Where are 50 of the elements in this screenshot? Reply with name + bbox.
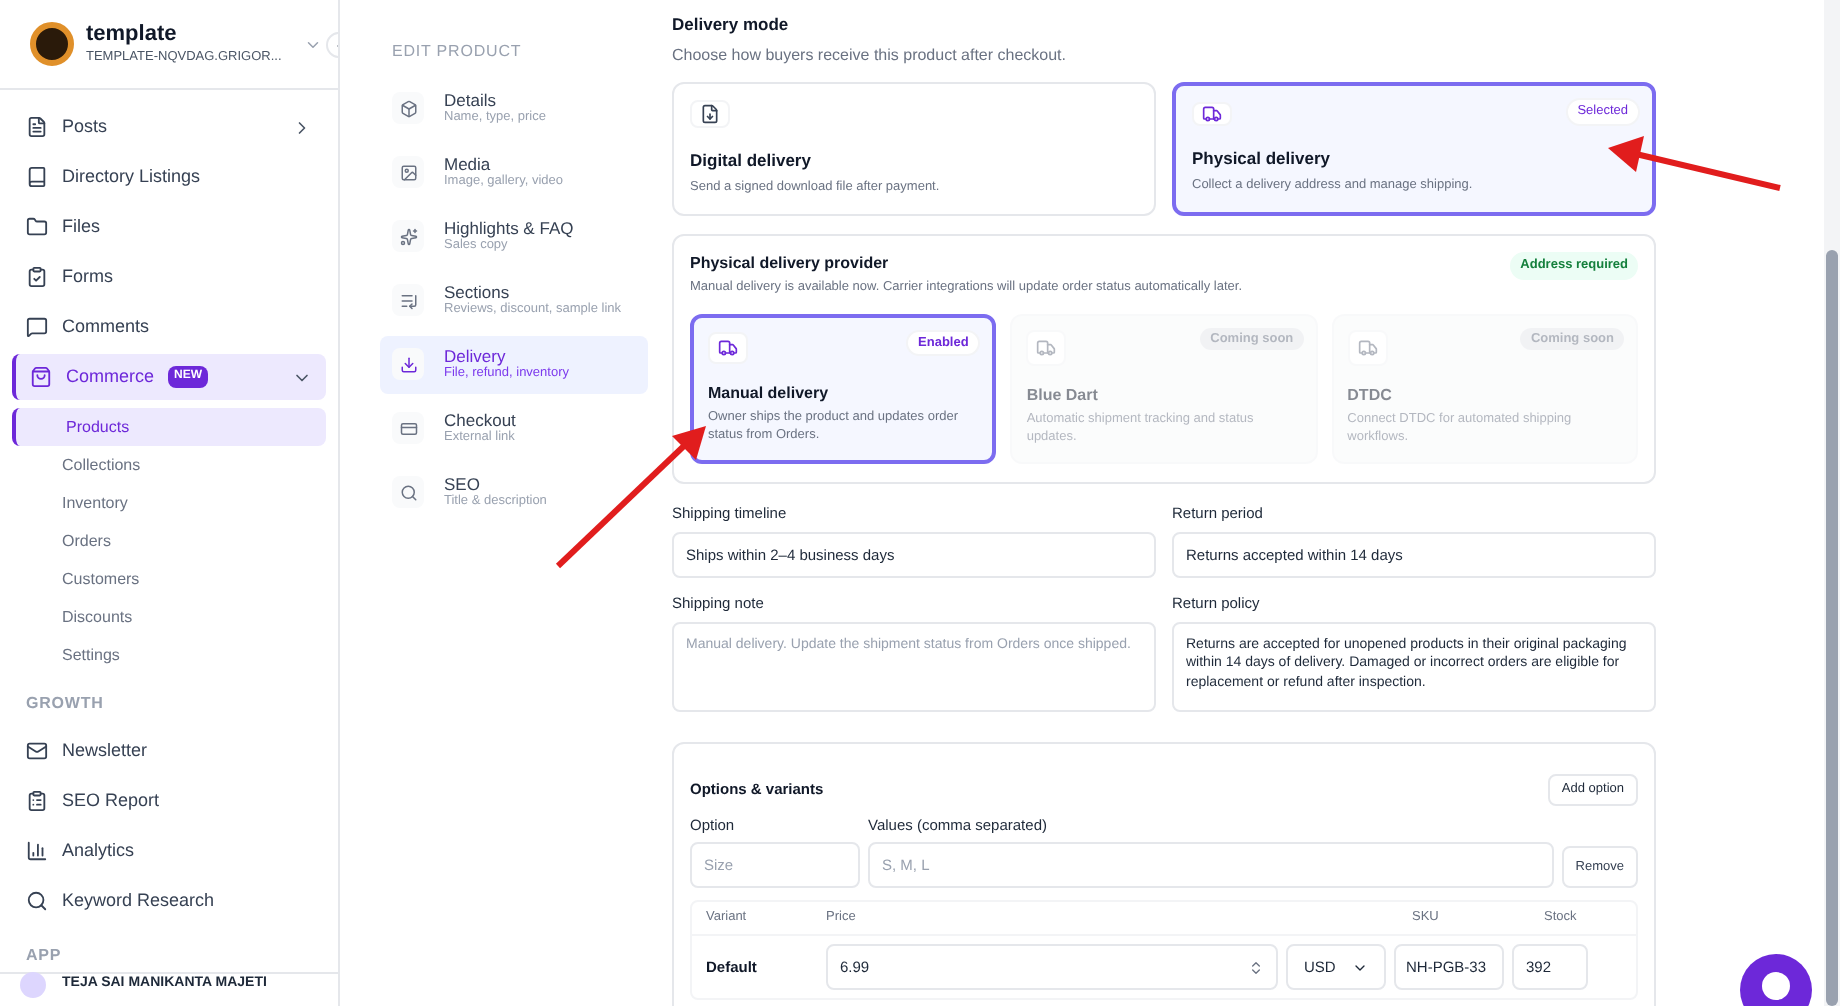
section-heading: GROWTH bbox=[26, 694, 104, 714]
stepper-icon bbox=[1248, 959, 1264, 976]
book-icon bbox=[26, 166, 48, 188]
workspace-logo bbox=[30, 22, 74, 66]
sidebar-item[interactable]: Posts bbox=[12, 104, 326, 150]
search-icon bbox=[392, 476, 424, 508]
mail-icon bbox=[26, 740, 48, 762]
section-heading: EDIT PRODUCT bbox=[390, 40, 524, 64]
truck-icon bbox=[1026, 329, 1067, 366]
sidebar-subitem[interactable]: Collections bbox=[12, 446, 326, 484]
truck-icon bbox=[1347, 329, 1388, 366]
list-icon bbox=[392, 284, 424, 316]
file-download-icon bbox=[690, 99, 730, 129]
clipboard-icon bbox=[26, 790, 48, 812]
workspace-name: template bbox=[86, 22, 179, 50]
sidebar-item[interactable]: Comments bbox=[12, 304, 326, 350]
sidebar-item[interactable]: Newsletter bbox=[12, 728, 326, 774]
sidebar-item[interactable]: Analytics bbox=[12, 828, 326, 874]
chat-bubble-icon bbox=[26, 316, 48, 338]
download-icon bbox=[392, 348, 424, 380]
sparkles-icon bbox=[392, 220, 424, 252]
shopping-bag-icon bbox=[30, 366, 52, 388]
sidebar-item[interactable]: Directory Listings bbox=[12, 154, 326, 200]
avatar bbox=[20, 972, 46, 998]
bar-chart-icon bbox=[26, 840, 48, 862]
section-subtitle: Choose how buyers receive this product after checkout. bbox=[672, 43, 1068, 68]
document-icon bbox=[26, 116, 48, 138]
sidebar-item[interactable]: Keyword Research bbox=[12, 878, 326, 924]
sidebar-subitem[interactable]: Settings bbox=[12, 636, 326, 674]
card-icon bbox=[392, 412, 424, 444]
sidebar-item[interactable]: SEO Report bbox=[12, 778, 326, 824]
sidebar-subitem[interactable]: Orders bbox=[12, 522, 326, 560]
sidebar-item[interactable]: Forms bbox=[12, 254, 326, 300]
truck-icon bbox=[1192, 101, 1232, 127]
sidebar-subitem[interactable]: Products bbox=[12, 408, 326, 446]
sidebar-subitem[interactable]: Discounts bbox=[12, 598, 326, 636]
sidebar-subitem[interactable]: Inventory bbox=[12, 484, 326, 522]
section-heading: APP bbox=[26, 946, 62, 966]
search-icon bbox=[26, 890, 48, 912]
truck-icon bbox=[708, 331, 748, 364]
folder-icon bbox=[26, 216, 48, 238]
panel-title: Physical delivery provider bbox=[690, 251, 891, 276]
sidebar-subitem[interactable]: Customers bbox=[12, 560, 326, 598]
chat-button[interactable] bbox=[1740, 954, 1812, 1006]
clipboard-check-icon bbox=[26, 266, 48, 288]
scrollbar[interactable] bbox=[1824, 0, 1840, 1006]
section-title: Delivery mode bbox=[672, 12, 791, 38]
cube-icon bbox=[392, 92, 424, 124]
sidebar-item[interactable]: Files bbox=[12, 204, 326, 250]
image-icon bbox=[392, 156, 424, 188]
